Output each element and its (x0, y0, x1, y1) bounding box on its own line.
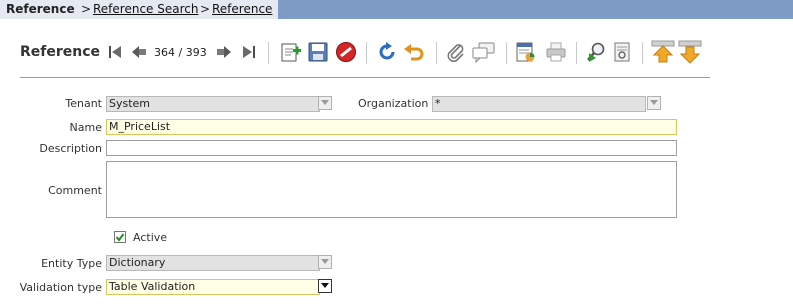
record-counter: 364 / 393 (154, 46, 207, 59)
toolbar-divider (20, 77, 710, 78)
chevron-down-icon (321, 100, 329, 105)
entity-type-field[interactable]: Dictionary (106, 255, 320, 271)
tenant-field[interactable]: System (106, 96, 320, 112)
breadcrumb-current: Reference (6, 2, 75, 16)
chevron-down-icon (650, 100, 658, 105)
validation-type-label: Validation type (19, 281, 102, 294)
breadcrumb-separator: > (81, 2, 92, 16)
report-icon (516, 42, 535, 62)
description-field[interactable] (106, 140, 677, 156)
undo-icon (404, 44, 424, 61)
save-icon (308, 42, 328, 62)
active-label: Active (133, 231, 168, 244)
last-record-button[interactable] (236, 40, 260, 64)
toolbar-separator (436, 42, 437, 64)
detail-record-button[interactable] (678, 40, 702, 64)
previous-record-button[interactable] (127, 40, 151, 64)
toolbar-separator (366, 42, 367, 64)
header-bar (278, 0, 793, 19)
organization-field[interactable]: * (432, 96, 646, 112)
new-record-icon (281, 43, 301, 62)
archive-button[interactable] (610, 40, 634, 64)
toolbar-separator (506, 42, 507, 64)
delete-button[interactable] (334, 40, 358, 64)
print-button[interactable] (544, 40, 568, 64)
breadcrumb-link-reference[interactable]: Reference (212, 2, 272, 16)
breadcrumb-link-reference-search[interactable]: Reference Search (93, 2, 198, 16)
attachment-icon (447, 44, 464, 62)
parent-record-button[interactable] (651, 40, 675, 64)
tenant-label: Tenant (65, 97, 102, 110)
name-label: Name (69, 121, 102, 134)
comment-label: Comment (48, 184, 102, 197)
report-button[interactable] (514, 40, 538, 64)
next-record-button[interactable] (212, 40, 236, 64)
parent-record-icon (651, 40, 675, 63)
entity-type-label: Entity Type (41, 257, 102, 270)
attachment-button[interactable] (444, 40, 468, 64)
toolbar-separator (576, 42, 577, 64)
chat-icon (472, 42, 495, 63)
window-title: Reference (20, 44, 101, 60)
toolbar-separator (642, 42, 643, 64)
tenant-dropdown[interactable] (318, 96, 332, 110)
new-record-button[interactable] (279, 40, 303, 64)
comment-field[interactable] (106, 161, 677, 218)
undo-button[interactable] (402, 40, 426, 64)
breadcrumb-separator: > (200, 2, 211, 16)
chevron-down-icon (321, 259, 329, 264)
chat-button[interactable] (472, 40, 496, 64)
detail-record-icon (678, 40, 702, 64)
print-icon (546, 42, 566, 62)
archive-icon (614, 42, 630, 62)
first-record-button[interactable] (104, 40, 128, 64)
validation-type-field[interactable]: Table Validation (106, 279, 320, 295)
refresh-button[interactable] (375, 40, 399, 64)
organization-label: Organization (358, 97, 429, 110)
first-record-icon (109, 46, 121, 58)
active-checkbox[interactable] (114, 231, 126, 243)
chevron-down-icon (321, 283, 329, 288)
previous-record-icon (132, 46, 146, 58)
organization-dropdown[interactable] (647, 96, 661, 110)
next-record-icon (217, 46, 231, 58)
last-record-icon (243, 46, 255, 58)
validation-type-dropdown[interactable] (318, 279, 332, 293)
zoom-across-icon (587, 42, 605, 62)
entity-type-dropdown[interactable] (318, 255, 332, 269)
zoom-across-button[interactable] (584, 40, 608, 64)
refresh-icon (379, 42, 395, 60)
description-label: Description (39, 142, 102, 155)
save-button[interactable] (306, 40, 330, 64)
toolbar-separator (268, 42, 269, 64)
delete-icon (336, 42, 356, 62)
checkmark-icon (115, 233, 125, 242)
name-field[interactable]: M_PriceList (106, 119, 677, 135)
